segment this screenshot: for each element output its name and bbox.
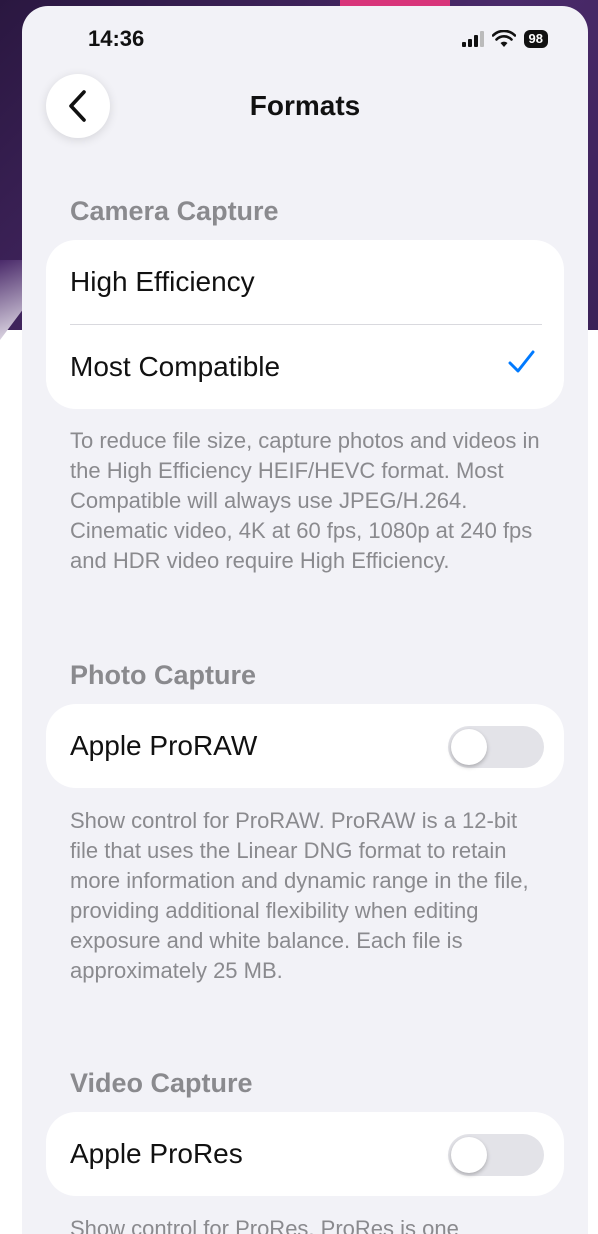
wifi-icon — [491, 30, 516, 47]
page-title: Formats — [249, 90, 361, 121]
row-apple-proraw: Apple ProRAW — [46, 704, 564, 788]
option-label: High Efficiency — [70, 266, 255, 297]
status-bar: 14:36 98 — [22, 6, 588, 76]
option-high-efficiency[interactable]: High Efficiency — [46, 240, 564, 324]
option-label: Most Compatible — [70, 351, 281, 382]
video-capture-group: Apple ProRes — [46, 1112, 564, 1196]
camera-capture-footnote: To reduce file size, capture photos and … — [70, 428, 540, 573]
video-capture-header: Video Capture — [70, 1068, 253, 1098]
prores-label: Apple ProRes — [70, 1138, 243, 1169]
camera-capture-group: High Efficiency Most Compatible — [46, 240, 564, 409]
status-icons: 98 — [461, 30, 548, 48]
proraw-label: Apple ProRAW — [70, 730, 258, 761]
photo-capture-header: Photo Capture — [70, 660, 256, 690]
video-capture-footnote: Show control for ProRes. ProRes is one — [70, 1216, 459, 1234]
prores-toggle[interactable] — [448, 1134, 544, 1176]
photo-capture-group: Apple ProRAW — [46, 704, 564, 788]
navigation-bar: Formats — [22, 74, 588, 138]
status-time: 14:36 — [88, 26, 145, 51]
proraw-toggle[interactable] — [448, 726, 544, 768]
row-apple-prores: Apple ProRes — [46, 1112, 564, 1196]
option-most-compatible[interactable]: Most Compatible — [46, 325, 564, 409]
cellular-signal-icon — [461, 31, 484, 47]
photo-capture-footnote: Show control for ProRAW. ProRAW is a 12-… — [70, 808, 529, 983]
battery-icon: 98 — [523, 30, 548, 48]
camera-capture-header: Camera Capture — [70, 196, 279, 226]
checkmark-icon — [508, 350, 535, 373]
phone-screen: 14:36 98 Formats Camera Capture High Eff… — [22, 6, 588, 1234]
toggle-knob — [451, 1137, 487, 1173]
toggle-knob — [451, 729, 487, 765]
